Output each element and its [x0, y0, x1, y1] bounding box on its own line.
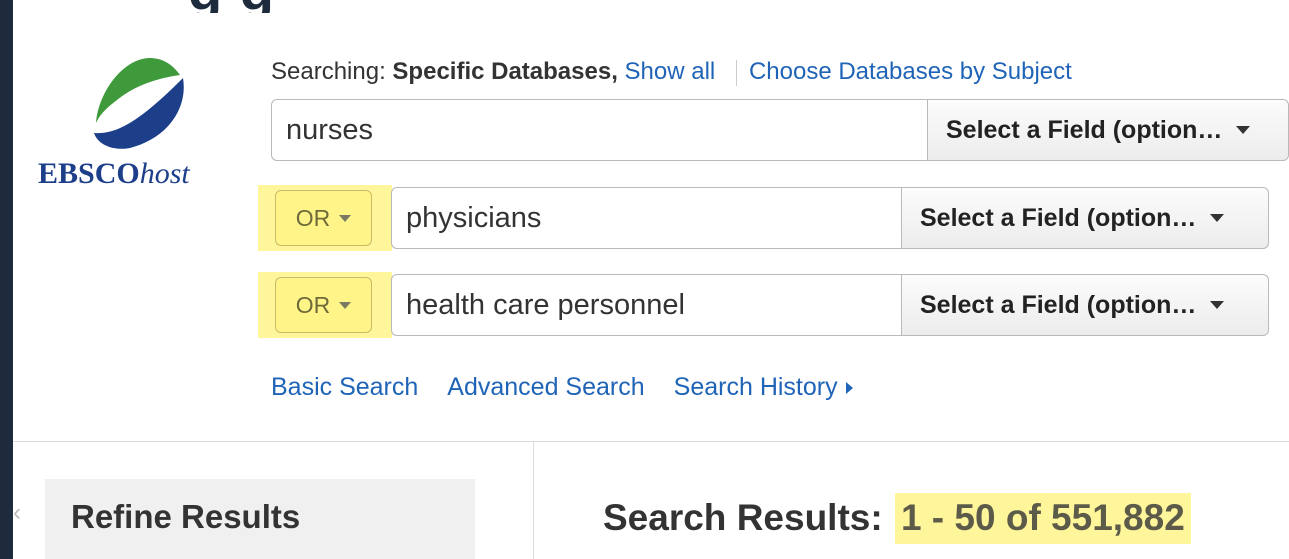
search-input-2[interactable]	[391, 187, 901, 249]
field-select-label: Select a Field (option…	[920, 290, 1197, 319]
refine-results-header[interactable]: Refine Results	[45, 479, 475, 559]
bool-operator-label: OR	[295, 204, 331, 231]
searching-label: Searching:	[271, 58, 386, 85]
ebsco-search-panel: EBSCOhost Searching: Specific Databases,…	[13, 13, 1289, 559]
frame-left-border	[0, 0, 13, 559]
search-input-1[interactable]	[271, 99, 927, 161]
ebscohost-wordmark: EBSCOhost	[38, 157, 190, 191]
dropdown-caret-icon	[1236, 126, 1251, 134]
link-separator	[735, 59, 737, 86]
section-divider	[13, 441, 1289, 442]
field-select-1[interactable]: Select a Field (option…	[927, 99, 1289, 161]
bool-operator-highlight-2: OR	[258, 185, 392, 251]
brand-bold: EBSCO	[38, 157, 140, 190]
show-all-link[interactable]: Show all	[625, 58, 716, 85]
choose-databases-link[interactable]: Choose Databases by Subject	[749, 58, 1072, 85]
field-select-label: Select a Field (option…	[920, 203, 1197, 232]
column-divider	[533, 442, 534, 559]
basic-search-link[interactable]: Basic Search	[271, 373, 418, 401]
results-count-highlight: 1 - 50 of 551,882	[894, 493, 1191, 544]
dropdown-caret-icon	[339, 214, 352, 222]
search-row-3: Select a Field (option…	[391, 274, 1269, 338]
cropped-heading-text: g g	[188, 0, 275, 13]
search-input-3[interactable]	[391, 274, 901, 336]
refine-results-label: Refine Results	[71, 498, 301, 535]
searching-databases: Specific Databases,	[392, 58, 618, 85]
field-select-label: Select a Field (option…	[946, 115, 1223, 144]
bool-operator-dropdown-2[interactable]: OR	[275, 190, 372, 246]
search-row-1: Select a Field (option…	[271, 99, 1289, 163]
bool-operator-highlight-3: OR	[258, 272, 392, 338]
searching-line: Searching: Specific Databases, Show all …	[271, 58, 1072, 86]
search-mode-links: Basic Search Advanced Search Search Histor…	[271, 373, 853, 402]
search-row-2: Select a Field (option…	[391, 187, 1269, 251]
ebsco-swoosh-icon	[94, 58, 184, 149]
search-history-label: Search History	[673, 373, 838, 401]
ebscohost-logo[interactable]: EBSCOhost	[38, 53, 238, 203]
expand-triangle-icon	[845, 382, 853, 395]
search-results-label: Search Results:	[603, 497, 883, 538]
collapse-panel-icon[interactable]: ‹	[13, 499, 21, 527]
cropped-heading: g g	[13, 0, 1289, 13]
field-select-2[interactable]: Select a Field (option…	[901, 187, 1269, 249]
dropdown-caret-icon	[1210, 214, 1225, 222]
search-history-link[interactable]: Search History	[674, 373, 853, 401]
bool-operator-dropdown-3[interactable]: OR	[275, 277, 372, 333]
bool-operator-label: OR	[295, 291, 331, 318]
brand-italic: host	[139, 157, 190, 190]
dropdown-caret-icon	[339, 301, 352, 309]
advanced-search-link[interactable]: Advanced Search	[447, 373, 644, 401]
field-select-3[interactable]: Select a Field (option…	[901, 274, 1269, 336]
search-results-heading: Search Results: 1 - 50 of 551,882	[603, 493, 1191, 544]
dropdown-caret-icon	[1210, 301, 1225, 309]
